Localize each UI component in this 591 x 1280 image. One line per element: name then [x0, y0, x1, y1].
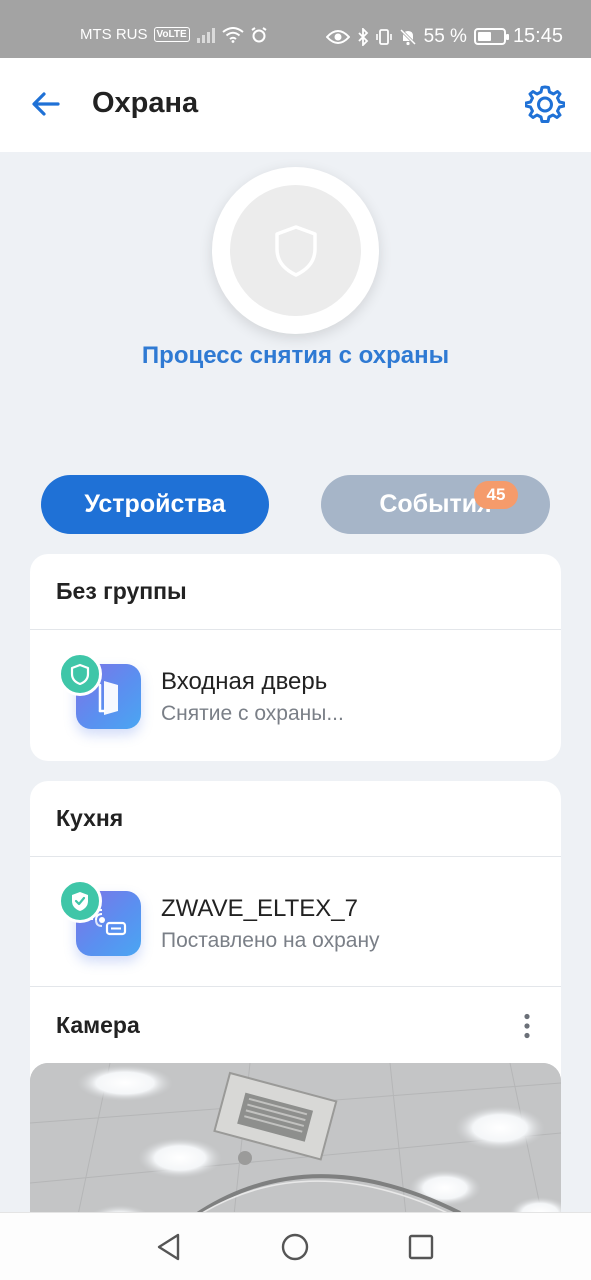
eye-icon — [325, 29, 350, 44]
group-title: Кухня — [30, 781, 561, 857]
events-count-badge: 45 — [474, 481, 518, 509]
group-card-no-group: Без группы Входная дверь Снятие с охраны… — [30, 554, 561, 761]
bell-off-icon — [399, 28, 416, 45]
page-title: Охрана — [92, 87, 199, 119]
arm-toggle-inner — [230, 185, 361, 316]
battery-percent: 55 % — [423, 25, 467, 47]
bluetooth-icon — [357, 27, 368, 46]
device-status: Поставлено на охрану — [161, 929, 380, 952]
status-bar-right: 55 % 15:45 — [325, 25, 563, 48]
tab-devices[interactable]: Устройства — [41, 475, 269, 534]
camera-header: Камера — [30, 987, 561, 1063]
device-name: Входная дверь — [161, 668, 328, 695]
nav-home-icon[interactable] — [279, 1231, 311, 1263]
arm-toggle-button[interactable] — [212, 167, 379, 334]
tab-events[interactable]: События 45 — [321, 475, 550, 534]
arrow-left-icon[interactable] — [28, 86, 64, 122]
tab-devices-label: Устройства — [84, 490, 226, 518]
system-nav-bar — [0, 1212, 591, 1280]
signal-icon — [196, 27, 215, 43]
shield-check-icon — [58, 879, 102, 923]
status-bar-left: MTS RUS VoLTE — [80, 26, 268, 43]
gear-icon[interactable] — [525, 84, 565, 124]
camera-title: Камера — [56, 1011, 140, 1038]
volte-badge: VoLTE — [153, 27, 190, 42]
shield-icon — [274, 224, 317, 277]
carrier-name: MTS RUS — [80, 26, 148, 43]
shield-badge-icon — [58, 652, 102, 696]
nav-back-icon[interactable] — [153, 1231, 185, 1263]
group-card-kitchen: Кухня ZWAVE_ELTEX_7 Поставлено на охрану… — [30, 781, 561, 1251]
device-name: ZWAVE_ELTEX_7 — [161, 895, 358, 922]
security-status-text: Процесс снятия с охраны — [141, 342, 450, 369]
battery-level — [477, 32, 491, 41]
group-title: Без группы — [30, 554, 561, 630]
vibrate-icon — [375, 28, 392, 45]
battery-icon — [473, 28, 509, 45]
app-header: Охрана — [0, 58, 591, 152]
alarm-icon — [251, 26, 267, 42]
status-bar: MTS RUS VoLTE 55 % 15:45 — [0, 0, 591, 58]
wifi-icon — [222, 26, 244, 43]
device-status: Снятие с охраны... — [161, 702, 344, 725]
clock: 15:45 — [512, 25, 563, 47]
device-row-front-door[interactable]: Входная дверь Снятие с охраны... — [30, 630, 561, 760]
device-row-zwave[interactable]: ZWAVE_ELTEX_7 Поставлено на охрану — [30, 857, 561, 987]
nav-recents-icon[interactable] — [405, 1231, 437, 1263]
more-vertical-icon[interactable] — [523, 1013, 531, 1039]
